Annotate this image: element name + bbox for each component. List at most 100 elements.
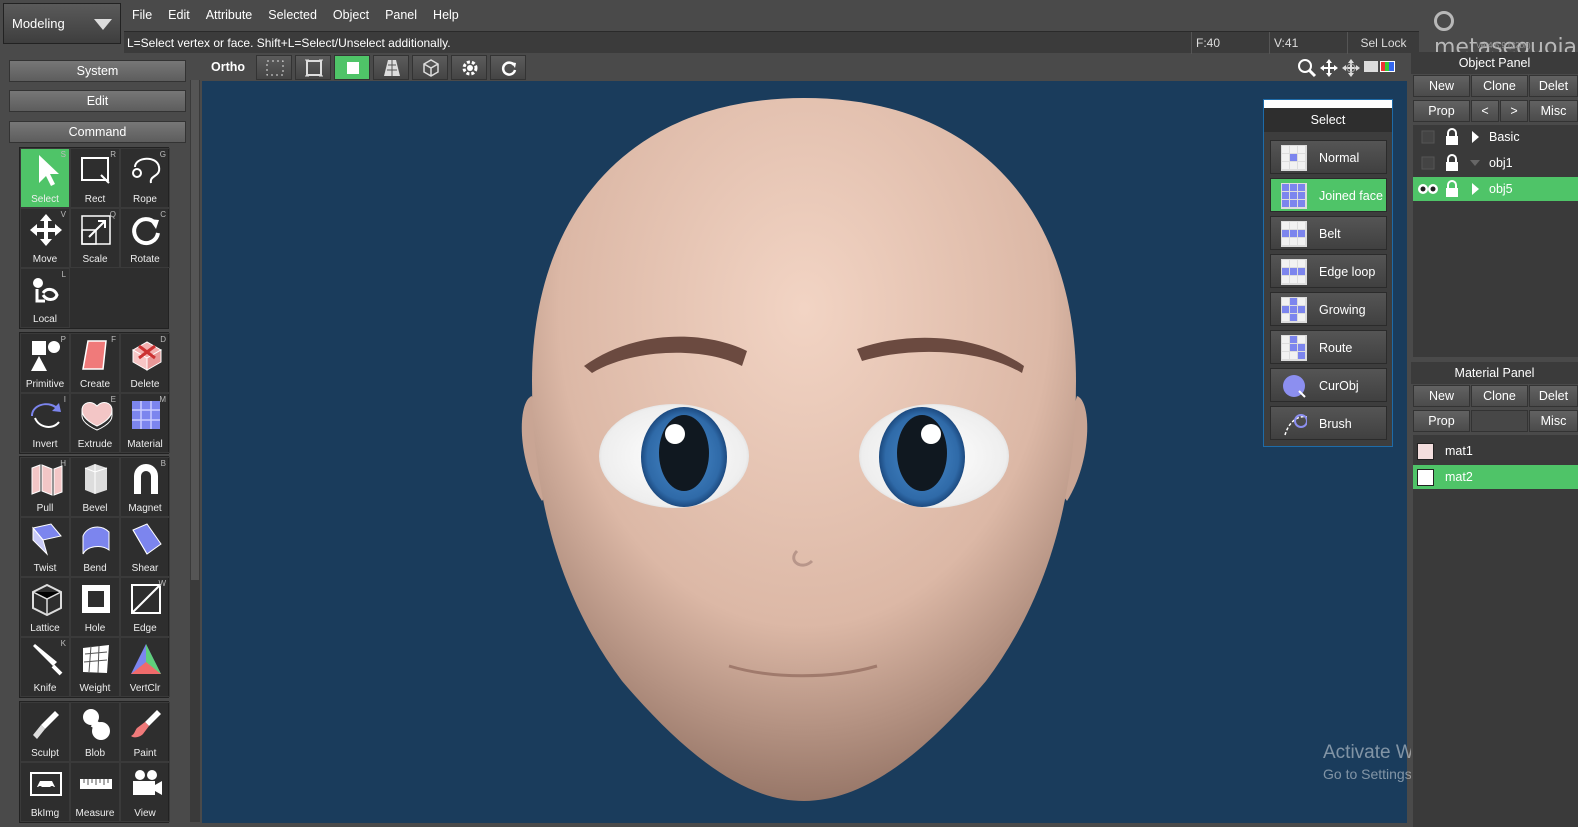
menu-file[interactable]: File xyxy=(124,3,160,27)
tool-create[interactable]: F Create xyxy=(70,333,120,393)
settings-button[interactable] xyxy=(451,55,487,80)
tool-invert[interactable]: I Invert xyxy=(20,393,70,453)
vertex-mode-button[interactable] xyxy=(256,55,292,80)
material-new-button[interactable]: New xyxy=(1413,385,1470,407)
tool-vertclr[interactable]: VertClr xyxy=(120,637,170,697)
tool-rect[interactable]: R Rect xyxy=(70,148,120,208)
tool-bend[interactable]: Bend xyxy=(70,517,120,577)
menu-edit[interactable]: Edit xyxy=(160,3,198,27)
face-mode-button[interactable] xyxy=(334,55,370,80)
mode-dropdown[interactable]: Modeling xyxy=(3,3,121,44)
tool-label: Lattice xyxy=(30,623,60,634)
material-misc-button[interactable]: Misc xyxy=(1529,410,1578,432)
system-button[interactable]: System xyxy=(9,60,186,82)
object-misc-button[interactable]: Misc xyxy=(1529,100,1578,122)
tool-local[interactable]: L Local xyxy=(20,268,70,328)
select-mode-brush[interactable]: Brush xyxy=(1270,406,1387,440)
sel-lock-button[interactable]: Sel Lock xyxy=(1347,31,1419,54)
tool-delete[interactable]: D Delete xyxy=(120,333,170,393)
tool-select[interactable]: S Select xyxy=(20,148,70,208)
object-delete-button[interactable]: Delet xyxy=(1529,75,1578,97)
object-row[interactable]: Basic xyxy=(1413,125,1578,149)
tool-weight[interactable]: Weight xyxy=(70,637,120,697)
expand-right-icon[interactable] xyxy=(1468,177,1482,201)
menu-panel[interactable]: Panel xyxy=(377,3,425,27)
select-mode-growing[interactable]: Growing xyxy=(1270,292,1387,326)
eyes-visible-icon[interactable] xyxy=(1417,177,1439,201)
visibility-off-icon[interactable] xyxy=(1417,151,1439,175)
tool-knife[interactable]: K Knife xyxy=(20,637,70,697)
expand-down-icon[interactable] xyxy=(1468,151,1482,175)
select-mode-joined-face[interactable]: Joined face xyxy=(1270,178,1387,212)
lock-icon[interactable] xyxy=(1443,177,1461,201)
ortho-toggle[interactable]: Ortho xyxy=(202,55,254,80)
left-scrollbar[interactable] xyxy=(190,80,200,822)
object-prev-button[interactable]: < xyxy=(1471,100,1499,122)
tool-magnet[interactable]: B Magnet xyxy=(120,457,170,517)
object-next-button[interactable]: > xyxy=(1500,100,1528,122)
tool-edge[interactable]: W Edge xyxy=(120,577,170,637)
lock-icon[interactable] xyxy=(1443,151,1461,175)
material-panel-title: Material Panel xyxy=(1411,362,1578,384)
material-prop-button[interactable]: Prop xyxy=(1413,410,1470,432)
scrollbar-thumb[interactable] xyxy=(191,80,199,580)
tool-bevel[interactable]: Bevel xyxy=(70,457,120,517)
tool-move[interactable]: V Move xyxy=(20,208,70,268)
lock-icon[interactable] xyxy=(1443,125,1461,149)
tool-view[interactable]: View xyxy=(120,762,170,822)
3d-viewport[interactable] xyxy=(202,81,1407,823)
tool-scale[interactable]: Q Scale xyxy=(70,208,120,268)
gear-icon xyxy=(462,60,478,76)
object-new-button[interactable]: New xyxy=(1413,75,1470,97)
perspective-button[interactable] xyxy=(373,55,409,80)
vertex-mode-icon xyxy=(266,60,284,76)
menu-help[interactable]: Help xyxy=(425,3,467,27)
material-delete-button[interactable]: Delet xyxy=(1529,385,1578,407)
tool-twist[interactable]: Twist xyxy=(20,517,70,577)
tool-paint[interactable]: Paint xyxy=(120,702,170,762)
material-row[interactable]: mat1 xyxy=(1413,439,1578,463)
material-swatch xyxy=(1417,469,1434,486)
menu-selected[interactable]: Selected xyxy=(260,3,325,27)
expand-right-icon[interactable] xyxy=(1468,125,1482,149)
tool-rotate[interactable]: C Rotate xyxy=(120,208,170,268)
pan-icon[interactable] xyxy=(1319,58,1339,78)
tool-hole[interactable]: Hole xyxy=(70,577,120,637)
tool-blob[interactable]: Blob xyxy=(70,702,120,762)
refresh-button[interactable] xyxy=(490,55,526,80)
tool-lattice[interactable]: Lattice xyxy=(20,577,70,637)
zoom-icon[interactable] xyxy=(1297,58,1317,78)
tool-sculpt[interactable]: Sculpt xyxy=(20,702,70,762)
rotate-view-icon[interactable] xyxy=(1341,58,1361,78)
menu-object[interactable]: Object xyxy=(325,3,377,27)
select-mode-route[interactable]: Route xyxy=(1270,330,1387,364)
tool-bkimg[interactable]: BkImg xyxy=(20,762,70,822)
tool-pull[interactable]: H Pull xyxy=(20,457,70,517)
object-clone-button[interactable]: Clone xyxy=(1471,75,1528,97)
select-panel: Select Normal Joined face Belt Edge loop Gro… xyxy=(1263,99,1393,447)
command-header[interactable]: Command xyxy=(9,121,186,143)
tool-measure[interactable]: Measure xyxy=(70,762,120,822)
wire-cube-button[interactable] xyxy=(412,55,448,80)
select-mode-normal[interactable]: Normal xyxy=(1270,140,1387,174)
tool-shear[interactable]: Shear xyxy=(120,517,170,577)
perspective-icon xyxy=(384,60,400,76)
tool-material[interactable]: M Material xyxy=(120,393,170,453)
tool-extrude[interactable]: E Extrude xyxy=(70,393,120,453)
material-clone-button[interactable]: Clone xyxy=(1471,385,1528,407)
select-mode-belt[interactable]: Belt xyxy=(1270,216,1387,250)
material-row[interactable]: mat2 xyxy=(1413,465,1578,489)
tool-rope[interactable]: G Rope xyxy=(120,148,170,208)
object-prop-button[interactable]: Prop xyxy=(1413,100,1470,122)
display-settings-icon[interactable] xyxy=(1363,58,1397,78)
select-panel-titlebar[interactable] xyxy=(1264,100,1392,108)
edit-button[interactable]: Edit xyxy=(9,90,186,112)
object-row[interactable]: obj5 xyxy=(1413,177,1578,201)
select-mode-edge-loop[interactable]: Edge loop xyxy=(1270,254,1387,288)
select-mode-curobj[interactable]: CurObj xyxy=(1270,368,1387,402)
edge-mode-button[interactable] xyxy=(295,55,331,80)
menu-attribute[interactable]: Attribute xyxy=(198,3,261,27)
object-row[interactable]: obj1 xyxy=(1413,151,1578,175)
visibility-off-icon[interactable] xyxy=(1417,125,1439,149)
tool-primitive[interactable]: P Primitive xyxy=(20,333,70,393)
